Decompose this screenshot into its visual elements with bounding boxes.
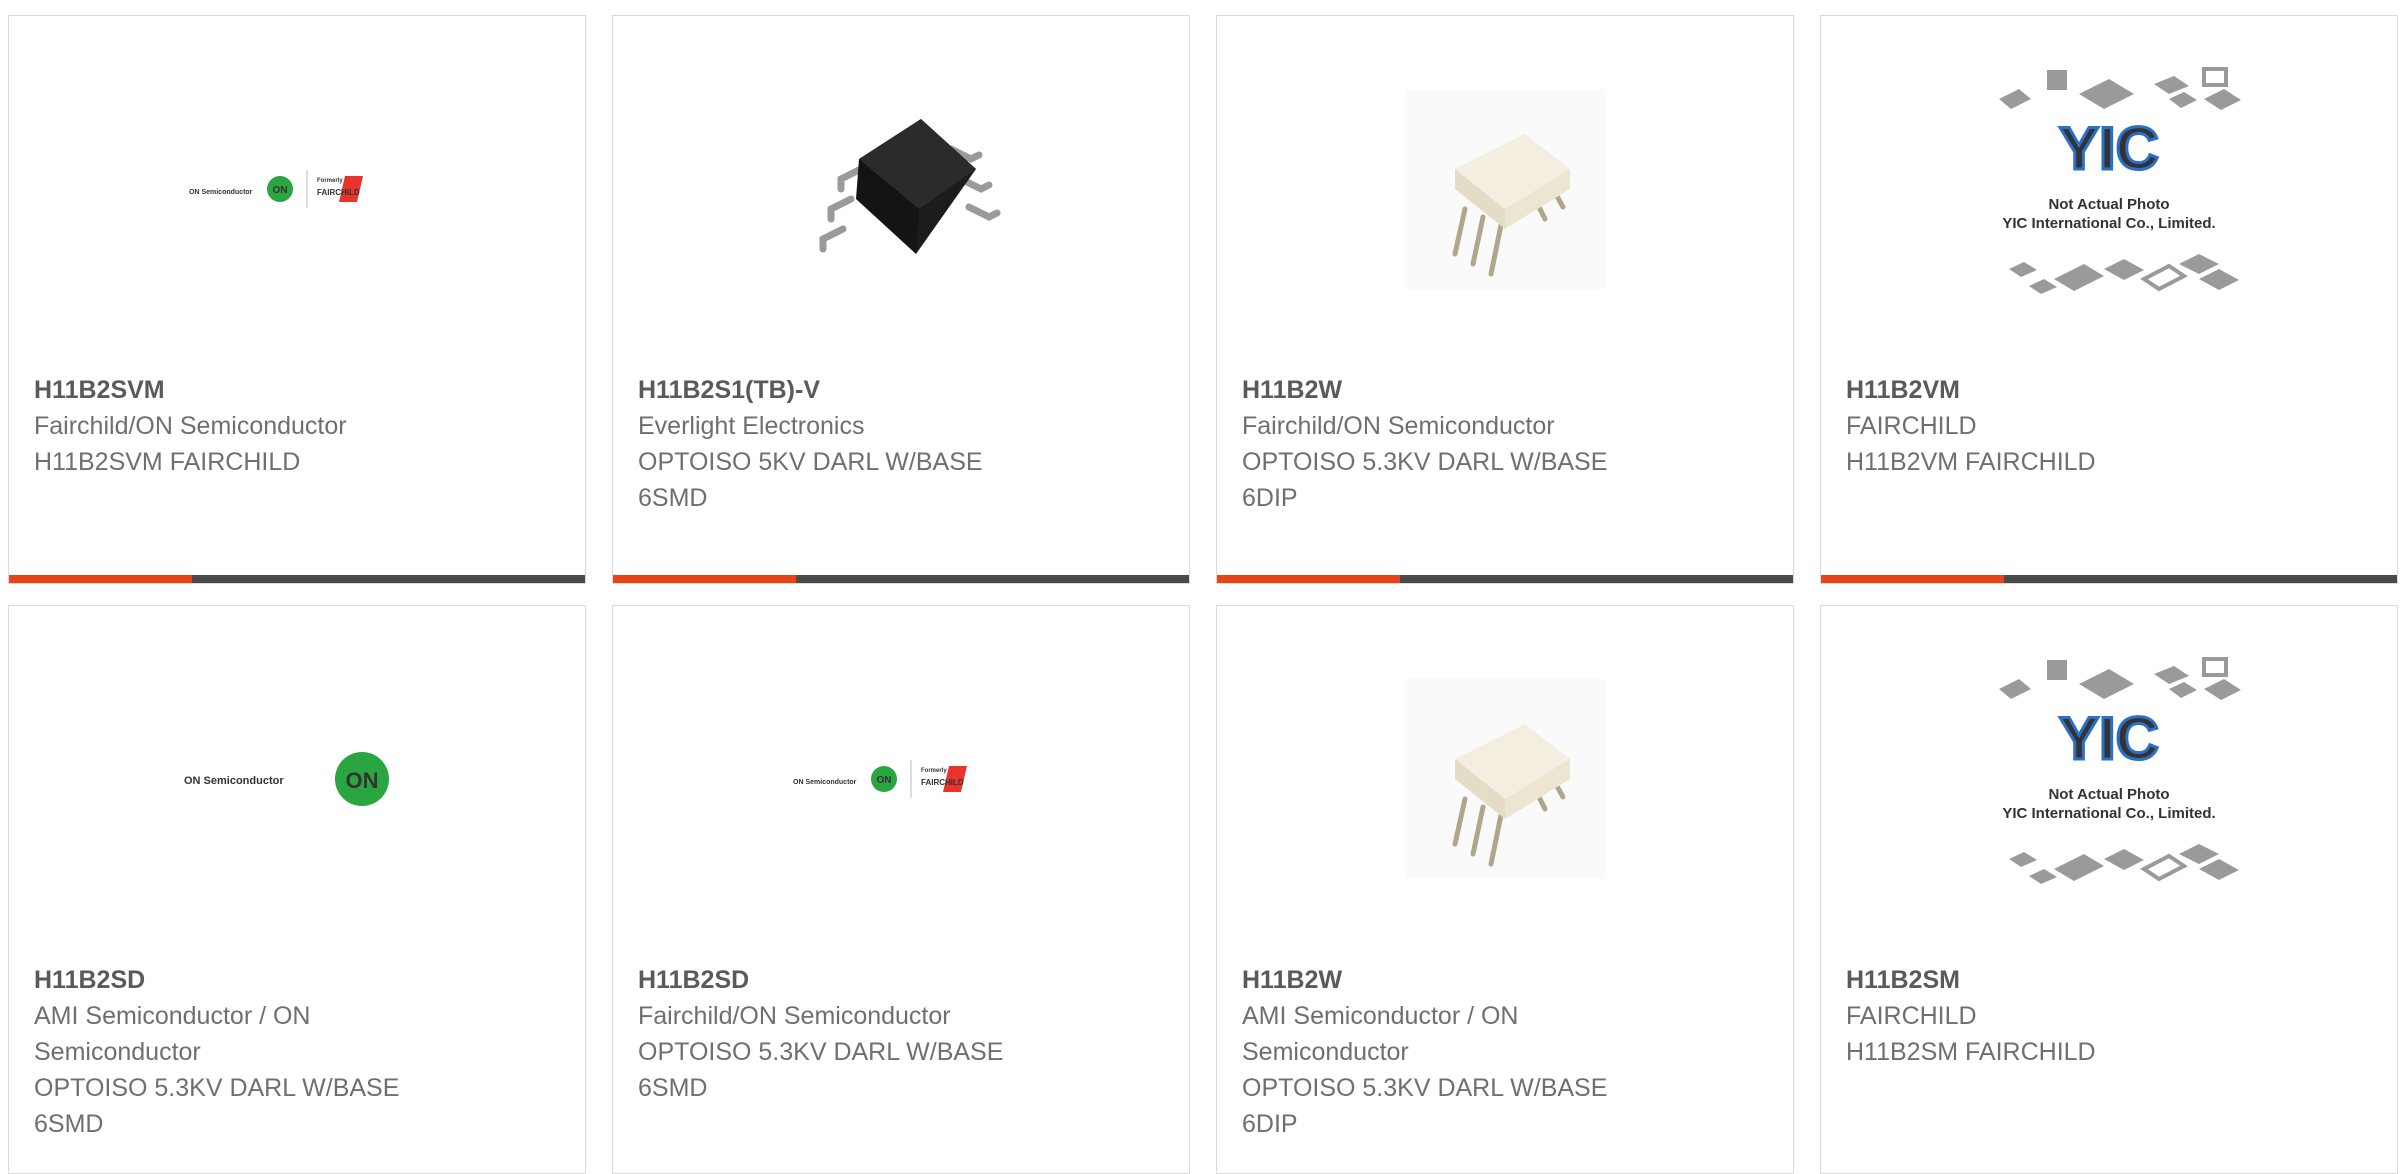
description-line: 6SMD xyxy=(34,1110,104,1138)
manufacturer: Fairchild/ON Semiconductor xyxy=(1242,412,1555,440)
card-bar-accent xyxy=(9,575,192,583)
svg-text:Not Actual Photo: Not Actual Photo xyxy=(2048,196,2169,213)
svg-text:ON: ON xyxy=(346,768,379,793)
description-line: Semiconductor xyxy=(34,1038,201,1066)
part-number[interactable]: H11B2W xyxy=(1242,962,1773,998)
description-line: H11B2SM FAIRCHILD xyxy=(1846,1038,2096,1066)
product-image[interactable]: YIC Not Actual Photo YIC International C… xyxy=(1821,606,2397,951)
description-line: 6DIP xyxy=(1242,484,1298,512)
description-line: OPTOISO 5.3KV DARL W/BASE xyxy=(1242,448,1608,476)
description-line: H11B2SVM FAIRCHILD xyxy=(34,448,301,476)
part-number[interactable]: H11B2S1(TB)-V xyxy=(638,372,1169,408)
svg-text:ON: ON xyxy=(877,775,892,786)
svg-text:ON Semiconductor: ON Semiconductor xyxy=(793,779,857,786)
product-card[interactable]: H11B2S1(TB)-V Everlight Electronics OPTO… xyxy=(612,15,1190,584)
svg-text:YIC: YIC xyxy=(2059,705,2159,772)
card-bar xyxy=(1821,575,2397,583)
dip-package-photo xyxy=(1405,88,1605,289)
card-bar-accent xyxy=(1821,575,2004,583)
manufacturer: FAIRCHILD xyxy=(1846,1002,1977,1030)
card-bar xyxy=(9,575,585,583)
svg-text:ON Semiconductor: ON Semiconductor xyxy=(189,189,253,196)
product-image[interactable] xyxy=(1217,606,1793,951)
svg-text:Formerly: Formerly xyxy=(317,178,343,184)
description-line: OPTOISO 5.3KV DARL W/BASE xyxy=(638,1038,1004,1066)
svg-text:Not Actual Photo: Not Actual Photo xyxy=(2048,786,2169,803)
description-line: 6DIP xyxy=(1242,1110,1298,1138)
yic-placeholder: YIC Not Actual Photo YIC International C… xyxy=(1999,66,2241,294)
manufacturer: FAIRCHILD xyxy=(1846,412,1977,440)
svg-text:FAIRCHILD: FAIRCHILD xyxy=(317,188,360,197)
manufacturer: AMI Semiconductor / ON xyxy=(1242,1002,1519,1030)
description-line: 6SMD xyxy=(638,1074,708,1102)
on-fairchild-logo: ON Semiconductor ON Formerly FAIRCHILD xyxy=(189,169,363,208)
product-card[interactable]: ON Semiconductor ON Formerly FAIRCHILD H… xyxy=(612,605,1190,1174)
part-number[interactable]: H11B2VM xyxy=(1846,372,2377,408)
product-image[interactable]: YIC Not Actual Photo YIC International C… xyxy=(1821,16,2397,361)
on-fairchild-logo: ON Semiconductor ON Formerly FAIRCHILD xyxy=(793,759,967,798)
svg-text:ON: ON xyxy=(273,185,288,196)
product-image[interactable] xyxy=(613,16,1189,361)
svg-text:YIC: YIC xyxy=(2059,115,2159,182)
manufacturer: Fairchild/ON Semiconductor xyxy=(34,412,347,440)
description-line: OPTOISO 5.3KV DARL W/BASE xyxy=(1242,1074,1608,1102)
product-grid: ON Semiconductor ON Formerly FAIRCHILD H… xyxy=(0,0,2400,1174)
svg-text:FAIRCHILD: FAIRCHILD xyxy=(921,778,964,787)
part-number[interactable]: H11B2SD xyxy=(638,962,1169,998)
svg-text:YIC International Co., Limited: YIC International Co., Limited. xyxy=(2002,805,2215,822)
manufacturer: AMI Semiconductor / ON xyxy=(34,1002,311,1030)
yic-placeholder: YIC Not Actual Photo YIC International C… xyxy=(1999,656,2241,884)
product-card[interactable]: H11B2W Fairchild/ON Semiconductor OPTOIS… xyxy=(1216,15,1794,584)
card-bar xyxy=(613,575,1189,583)
description-line: OPTOISO 5.3KV DARL W/BASE xyxy=(34,1074,400,1102)
product-image[interactable]: ON Semiconductor ON xyxy=(9,606,585,951)
card-bar xyxy=(1217,575,1793,583)
product-image[interactable] xyxy=(1217,16,1793,361)
product-card[interactable]: H11B2W AMI Semiconductor / ON Semiconduc… xyxy=(1216,605,1794,1174)
svg-text:YIC International Co., Limited: YIC International Co., Limited. xyxy=(2002,215,2215,232)
svg-text:ON Semiconductor: ON Semiconductor xyxy=(184,775,284,787)
product-card[interactable]: YIC Not Actual Photo YIC International C… xyxy=(1820,605,2398,1174)
part-number[interactable]: H11B2SD xyxy=(34,962,565,998)
svg-text:Formerly: Formerly xyxy=(921,768,947,774)
description-line: H11B2VM FAIRCHILD xyxy=(1846,448,2096,476)
manufacturer: Everlight Electronics xyxy=(638,412,865,440)
card-bar-accent xyxy=(613,575,796,583)
product-card[interactable]: ON Semiconductor ON Formerly FAIRCHILD H… xyxy=(8,15,586,584)
description-line: Semiconductor xyxy=(1242,1038,1409,1066)
on-semiconductor-logo: ON Semiconductor ON xyxy=(184,751,389,806)
product-card[interactable]: YIC Not Actual Photo YIC International C… xyxy=(1820,15,2398,584)
part-number[interactable]: H11B2SM xyxy=(1846,962,2377,998)
card-bar-accent xyxy=(1217,575,1400,583)
part-number[interactable]: H11B2W xyxy=(1242,372,1773,408)
product-card[interactable]: ON Semiconductor ON H11B2SD AMI Semicond… xyxy=(8,605,586,1174)
description-line: OPTOISO 5KV DARL W/BASE xyxy=(638,448,983,476)
product-image[interactable]: ON Semiconductor ON Formerly FAIRCHILD xyxy=(9,16,585,361)
part-number[interactable]: H11B2SVM xyxy=(34,372,565,408)
smd-package-photo xyxy=(801,88,1001,289)
product-image[interactable]: ON Semiconductor ON Formerly FAIRCHILD xyxy=(613,606,1189,951)
manufacturer: Fairchild/ON Semiconductor xyxy=(638,1002,951,1030)
description-line: 6SMD xyxy=(638,484,708,512)
dip-package-photo xyxy=(1405,678,1605,879)
